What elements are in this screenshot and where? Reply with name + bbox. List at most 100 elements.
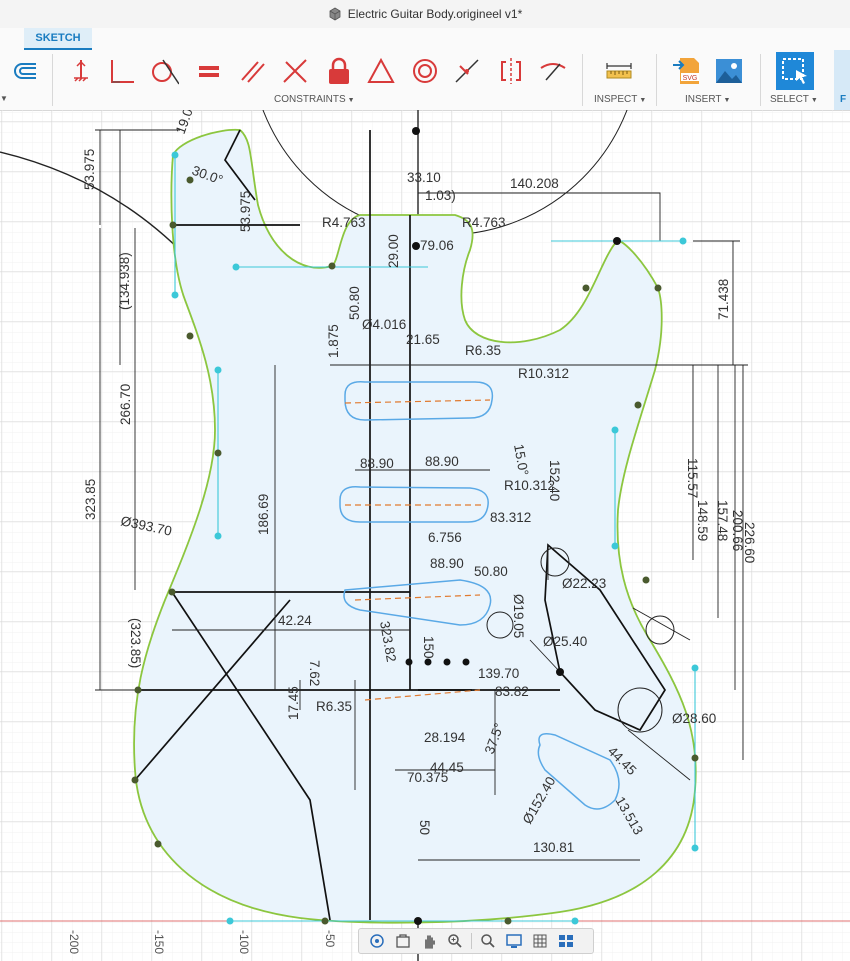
- viewports-icon[interactable]: [554, 930, 578, 952]
- chevron-down-icon[interactable]: ▼: [0, 94, 8, 103]
- midpoint-icon[interactable]: [450, 54, 484, 88]
- dim-140208: 140.208: [510, 176, 559, 191]
- dim-r635b: R6.35: [316, 699, 352, 714]
- axis-label: -100: [237, 930, 251, 954]
- fix-icon[interactable]: [64, 54, 98, 88]
- toolbar-ribbon: SKETCH ▼ CONSTRAINTS ▼ INSPECT ▼ SVG INS…: [0, 28, 850, 111]
- chevron-down-icon: ▼: [810, 97, 818, 104]
- window-title-bar: Electric Guitar Body.origineel v1*: [0, 0, 850, 28]
- inspect-menu[interactable]: INSPECT ▼: [594, 94, 646, 105]
- dim-1003: 1.03): [425, 188, 456, 203]
- dim-11557: 115.57: [685, 458, 700, 498]
- toolbar-separator: [582, 54, 583, 106]
- pan-icon[interactable]: [417, 930, 441, 952]
- dim-83312: 83.312: [490, 510, 531, 525]
- axis-label: -200: [67, 930, 81, 954]
- svg-text:SVG: SVG: [683, 75, 698, 82]
- dim-1349: (134.938): [117, 252, 132, 310]
- equal-icon[interactable]: [192, 54, 226, 88]
- dim-2165: 21.65: [406, 332, 440, 347]
- dim-2223: Ø22.23: [562, 576, 606, 591]
- dim-1905: Ø19.05: [511, 594, 526, 638]
- axis-label: -50: [323, 930, 337, 948]
- dim-5080b: 50.80: [474, 564, 508, 579]
- document-icon: [329, 7, 341, 21]
- insert-menu[interactable]: INSERT ▼: [685, 94, 730, 105]
- dim-18669: 186.69: [256, 494, 271, 535]
- dim-15748: 157.48: [715, 500, 730, 541]
- select-box-icon[interactable]: [776, 52, 814, 90]
- toolbar-separator: [760, 54, 761, 106]
- insert-label: INSERT: [685, 94, 722, 105]
- dim-28194: 28.194: [424, 730, 466, 745]
- dim-r10312b: R10.312: [504, 478, 555, 493]
- coincident-icon[interactable]: [104, 54, 138, 88]
- constraints-menu[interactable]: CONSTRAINTS ▼: [274, 94, 355, 105]
- measure-icon[interactable]: [602, 54, 636, 88]
- dim-8890b: 88.90: [425, 454, 459, 469]
- dim-70375: 70.375: [407, 770, 448, 785]
- sketch-drawing: 53.975 19.0 30.0° 53.975 33.10 1.03) 140…: [0, 110, 850, 961]
- zoom-icon[interactable]: [443, 930, 467, 952]
- dim-13081: 130.81: [533, 840, 574, 855]
- chevron-down-icon: ▼: [639, 97, 647, 104]
- dim-8890c: 88.90: [430, 556, 464, 571]
- dim-71438: 71.438: [716, 279, 731, 320]
- triangle-icon[interactable]: [364, 54, 398, 88]
- dim-14859: 148.59: [695, 500, 710, 541]
- zoom-window-icon[interactable]: [476, 930, 500, 952]
- dim-r4763b: R4.763: [462, 215, 506, 230]
- toolbar-separator: [471, 933, 472, 949]
- dim-150b: 150: [421, 636, 436, 659]
- dim-22860: 226.60: [742, 522, 757, 563]
- tangent-icon[interactable]: [147, 54, 181, 88]
- dim-4016: Ø4.016: [362, 317, 406, 332]
- dim-1745: 17.45: [286, 686, 301, 720]
- dim-2860: Ø28.60: [672, 711, 716, 726]
- dim-53975b: 53.975: [238, 191, 253, 232]
- dim-50: 50: [417, 820, 432, 835]
- toolbar-separator: [656, 54, 657, 106]
- sketch-canvas[interactable]: 53.975 19.0 30.0° 53.975 33.10 1.03) 140…: [0, 110, 850, 961]
- perpendicular-icon[interactable]: [278, 54, 312, 88]
- dim-32385b: (323.85): [128, 618, 143, 668]
- toolbar-separator: [52, 54, 53, 106]
- concentric-icon[interactable]: [408, 54, 442, 88]
- look-at-icon[interactable]: [391, 930, 415, 952]
- grid-icon[interactable]: [528, 930, 552, 952]
- finish-sketch-strip[interactable]: F: [834, 50, 850, 110]
- dim-7906: 79.06: [420, 238, 454, 253]
- parallel-icon[interactable]: [236, 54, 270, 88]
- tab-sketch[interactable]: SKETCH: [24, 28, 92, 50]
- dim-7620: 7.62: [307, 660, 322, 686]
- symmetry-icon[interactable]: [494, 54, 528, 88]
- dim-5080: 50.80: [347, 286, 362, 320]
- dim-53975: 53.975: [82, 149, 97, 190]
- dim-3310: 33.10: [407, 170, 441, 185]
- insert-svg-icon[interactable]: SVG: [670, 54, 704, 88]
- constraints-label: CONSTRAINTS: [274, 94, 346, 105]
- navigation-bar: [358, 928, 594, 954]
- offset-icon[interactable]: [8, 54, 42, 88]
- display-settings-icon[interactable]: [502, 930, 526, 952]
- dim-r635: R6.35: [465, 343, 501, 358]
- dim-r10312a: R10.312: [518, 366, 569, 381]
- dim-2670: 266.70: [118, 384, 133, 425]
- dim-8890a: 88.90: [360, 456, 394, 471]
- dim-1875: 1.875: [326, 324, 341, 358]
- lock-icon[interactable]: [322, 54, 356, 88]
- inspect-label: INSPECT: [594, 94, 638, 105]
- dim-32385: 323.85: [83, 479, 98, 520]
- insert-image-icon[interactable]: [712, 54, 746, 88]
- dim-13970: 139.70: [478, 666, 519, 681]
- dim-r4763a: R4.763: [322, 215, 366, 230]
- chevron-down-icon: ▼: [723, 97, 731, 104]
- chevron-down-icon: ▼: [347, 97, 355, 104]
- dim-2900: 29.00: [386, 234, 401, 268]
- window-title: Electric Guitar Body.origineel v1*: [347, 7, 523, 21]
- select-menu[interactable]: SELECT ▼: [770, 94, 818, 105]
- dim-6756: 6.756: [428, 530, 462, 545]
- select-label: SELECT: [770, 94, 809, 105]
- curvature-icon[interactable]: [536, 54, 570, 88]
- orbit-icon[interactable]: [365, 930, 389, 952]
